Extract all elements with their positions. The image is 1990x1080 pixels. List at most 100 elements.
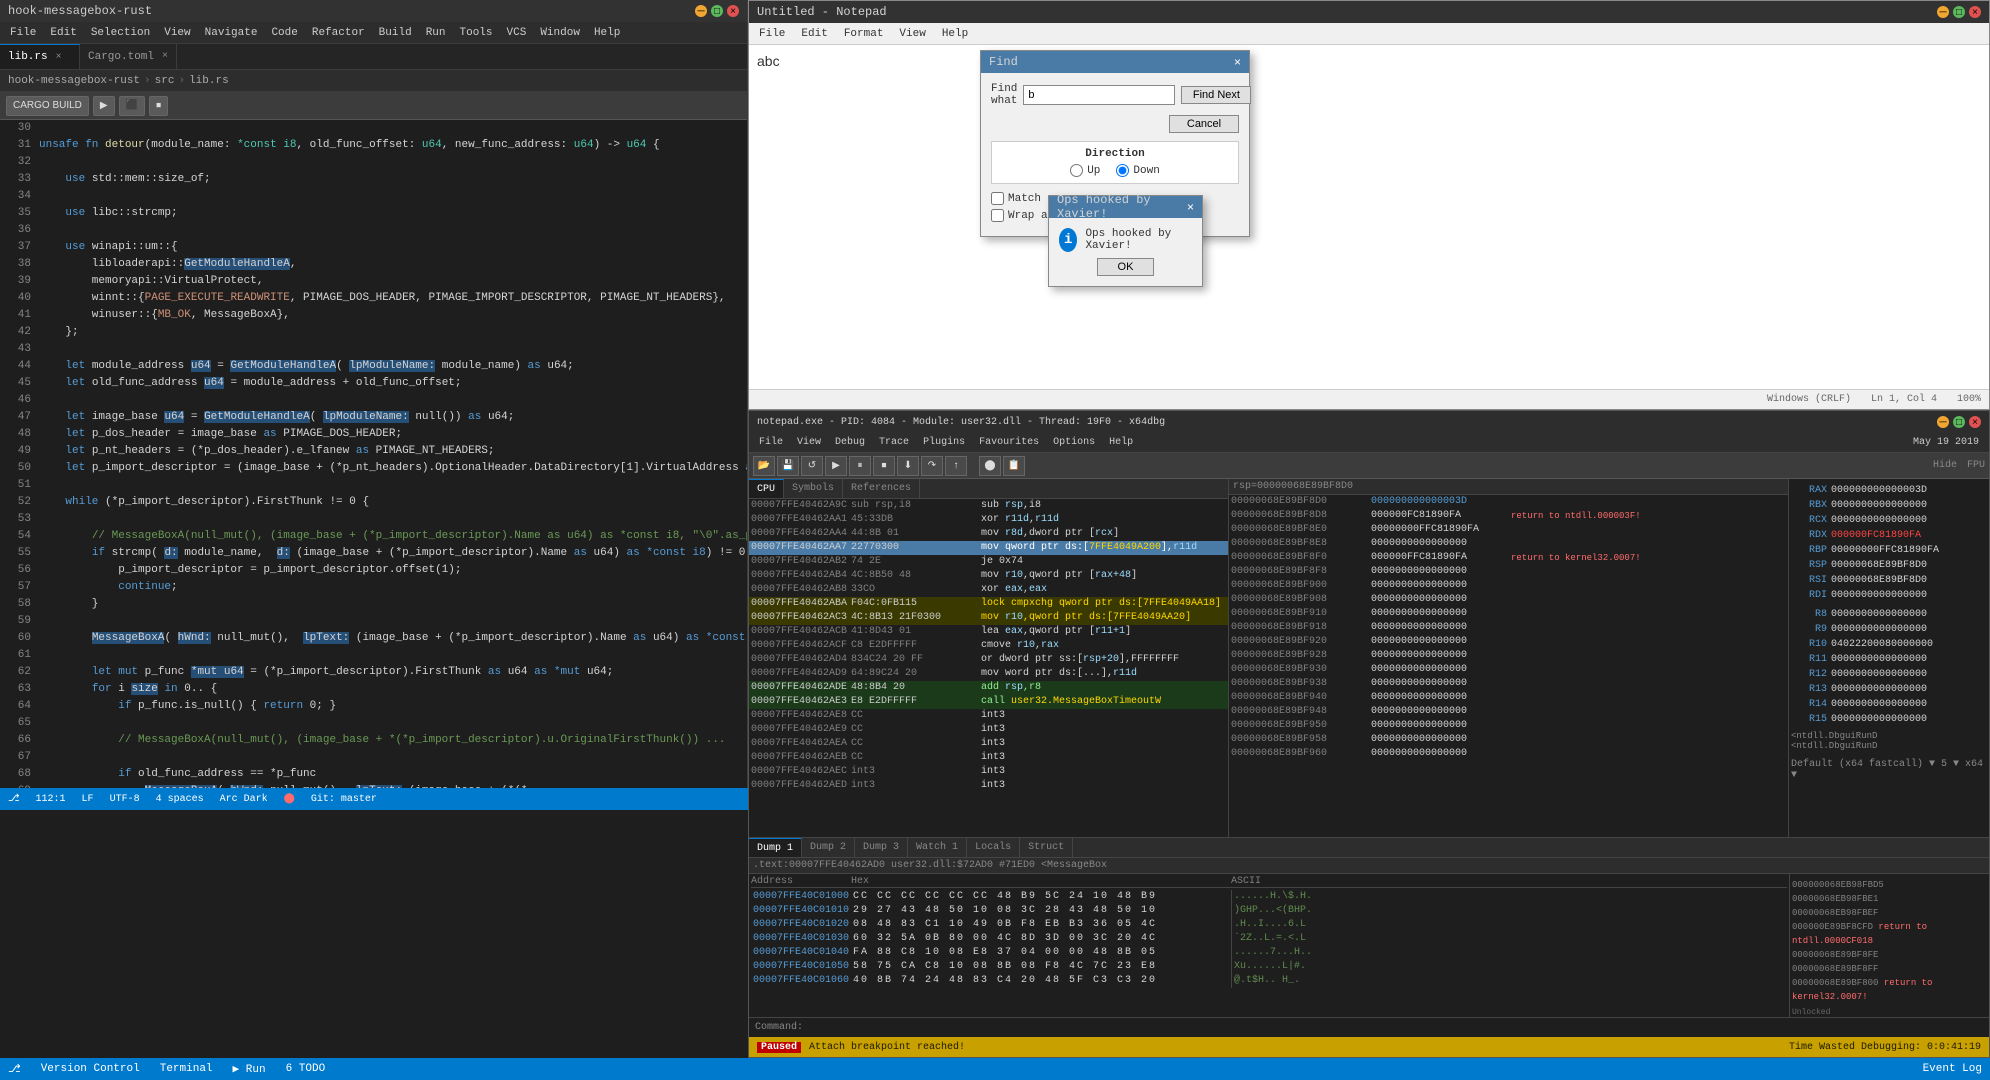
status-event-log-btn[interactable]: Event Log [1923, 1063, 1982, 1075]
find-next-btn[interactable]: Find Next [1181, 86, 1251, 104]
dbg-step-out-btn[interactable]: ↑ [945, 456, 967, 476]
disasm-row[interactable]: 00007FFE40462AA444:8B 01mov r8d,dword pt… [749, 527, 1228, 541]
wrap-around-checkbox[interactable] [991, 209, 1004, 222]
dbg-log-btn[interactable]: 📋 [1003, 456, 1025, 476]
disasm-row[interactable]: 00007FFE40462AB274 2Eje 0x74 [749, 555, 1228, 569]
ops-close-btn[interactable]: × [1187, 200, 1194, 214]
disasm-row[interactable]: 00007FFE40462AE9CCint3 [749, 723, 1228, 737]
notepad-close[interactable]: × [1969, 6, 1981, 18]
dbg-menu-help[interactable]: Help [1103, 435, 1139, 450]
stack-row[interactable]: 00000068E89BF8F80000000000000000 [1229, 565, 1788, 579]
dbg-step-into-btn[interactable]: ⬇ [897, 456, 919, 476]
hex-row[interactable]: 00007FFE40C01040FA 88 C8 10 08 E8 37 04 … [751, 946, 1787, 960]
menu-edit[interactable]: Edit [44, 25, 82, 41]
menu-view[interactable]: View [158, 25, 196, 41]
notepad-menu-file[interactable]: File [753, 26, 791, 42]
menu-navigate[interactable]: Navigate [199, 25, 264, 41]
down-radio-label[interactable]: Down [1116, 164, 1159, 177]
notepad-menu-edit[interactable]: Edit [795, 26, 833, 42]
status-terminal-btn[interactable]: Terminal [160, 1063, 213, 1075]
notepad-maximize[interactable]: □ [1953, 6, 1965, 18]
up-radio[interactable] [1070, 164, 1083, 177]
menu-selection[interactable]: Selection [85, 25, 156, 41]
disasm-row[interactable]: 00007FFE40462AD4834C24 20 FFor dword ptr… [749, 653, 1228, 667]
dump2-tab[interactable]: Dump 2 [802, 838, 855, 857]
find-close-btn[interactable]: × [1234, 55, 1241, 69]
stack-row[interactable]: 00000068E89BF8F0000000FFC81890FAreturn t… [1229, 551, 1788, 565]
match-case-checkbox[interactable] [991, 192, 1004, 205]
dbg-menu-file[interactable]: File [753, 435, 789, 450]
hex-row[interactable]: 00007FFE40C0103060 32 5A 0B 80 00 4C 8D … [751, 932, 1787, 946]
stack-row[interactable]: 00000068E89BF9380000000000000000 [1229, 677, 1788, 691]
disasm-row[interactable]: 00007FFE40462ABAF04C:0FB115lock cmpxchg … [749, 597, 1228, 611]
disasm-row[interactable]: 00007FFE40462A9Csub rsp,i8sub rsp,i8 [749, 499, 1228, 513]
disasm-row[interactable]: 00007FFE40462AB833COxor eax,eax [749, 583, 1228, 597]
hex-row[interactable]: 00007FFE40C01000CC CC CC CC CC CC 48 B9 … [751, 890, 1787, 904]
tab-lib-rs[interactable]: lib.rs × [0, 44, 80, 69]
notepad-menu-format[interactable]: Format [838, 26, 890, 42]
debugger-maximize[interactable]: □ [1953, 416, 1965, 428]
dump-tab[interactable]: Dump 1 [749, 838, 802, 857]
ops-ok-btn[interactable]: OK [1097, 258, 1155, 276]
stop-btn[interactable]: ⏹ [149, 96, 168, 116]
disasm-row[interactable]: 00007FFE40462ACB41:8D43 01lea eax,qword … [749, 625, 1228, 639]
run-btn[interactable]: ▶ [93, 96, 115, 116]
debugger-close[interactable]: × [1969, 416, 1981, 428]
stack-row[interactable]: 00000068E89BF9180000000000000000 [1229, 621, 1788, 635]
status-todo-badge[interactable]: 6 TODO [286, 1063, 326, 1075]
menu-run[interactable]: Run [420, 25, 452, 41]
tab-cargo-toml-close[interactable]: × [162, 51, 168, 62]
dbg-step-over-btn[interactable]: ↷ [921, 456, 943, 476]
dbg-bp-btn[interactable]: ⬤ [979, 456, 1001, 476]
hex-row[interactable]: 00007FFE40C0102008 48 83 C1 10 49 0B F8 … [751, 918, 1787, 932]
menu-window[interactable]: Window [534, 25, 586, 41]
watch-tab[interactable]: Watch 1 [908, 838, 967, 857]
stack-row[interactable]: 00000068E89BF9000000000000000000 [1229, 579, 1788, 593]
command-input[interactable] [809, 1019, 1989, 1037]
debug-btn[interactable]: ⬛ [119, 96, 145, 116]
dbg-save-btn[interactable]: 💾 [777, 456, 799, 476]
status-ln-col[interactable]: 112:1 [36, 794, 66, 805]
maximize-button[interactable]: □ [711, 5, 723, 17]
stack-row[interactable]: 00000068E89BF8E80000000000000000 [1229, 537, 1788, 551]
stack-row[interactable]: 00000068E89BF9200000000000000000 [1229, 635, 1788, 649]
status-run-btn[interactable]: ▶ Run [233, 1062, 266, 1076]
breadcrumb-src[interactable]: src [155, 75, 175, 87]
disasm-row[interactable]: 00007FFE40462AC34C:8B13 21F0300mov r10,q… [749, 611, 1228, 625]
up-radio-label[interactable]: Up [1070, 164, 1100, 177]
stack-row[interactable]: 00000068E89BF8D8000000FC81890FAreturn to… [1229, 509, 1788, 523]
stack-row[interactable]: 00000068E89BF9080000000000000000 [1229, 593, 1788, 607]
dbg-menu-favourites[interactable]: Favourites [973, 435, 1045, 450]
stack-row[interactable]: 00000068E89BF8E000000000FFC81890FA [1229, 523, 1788, 537]
hex-row[interactable]: 00007FFE40C0101029 27 43 48 50 10 08 3C … [751, 904, 1787, 918]
disasm-row[interactable]: 00007FFE40462AEACCint3 [749, 737, 1228, 751]
symbols-tab[interactable]: Symbols [784, 479, 843, 498]
dump3-tab[interactable]: Dump 3 [855, 838, 908, 857]
code-content[interactable]: unsafe fn detour(module_name: *const i8,… [35, 120, 747, 810]
menu-file[interactable]: File [4, 25, 42, 41]
status-spaces[interactable]: 4 spaces [156, 794, 204, 805]
dbg-menu-options[interactable]: Options [1047, 435, 1101, 450]
menu-refactor[interactable]: Refactor [306, 25, 371, 41]
disasm-row[interactable]: 00007FFE40462AE8CCint3 [749, 709, 1228, 723]
tab-cargo-toml[interactable]: Cargo.toml × [80, 44, 177, 69]
dbg-restart-btn[interactable]: ↺ [801, 456, 823, 476]
locals-tab[interactable]: Locals [967, 838, 1020, 857]
dbg-menu-trace[interactable]: Trace [873, 435, 915, 450]
hex-row[interactable]: 00007FFE40C0106040 8B 74 24 48 83 C4 20 … [751, 974, 1787, 988]
cancel-btn[interactable]: Cancel [1169, 115, 1239, 133]
disasm-row[interactable]: 00007FFE40462AEDint3int3 [749, 779, 1228, 793]
disasm-row[interactable]: 00007FFE40462AA145:33DBxor r11d,r11d [749, 513, 1228, 527]
menu-help[interactable]: Help [588, 25, 626, 41]
disasm-row[interactable]: 00007FFE40462ACFC8 E2DFFFFFcmove r10,rax [749, 639, 1228, 653]
stack-row[interactable]: 00000068E89BF9580000000000000000 [1229, 733, 1788, 747]
dbg-pause-btn[interactable]: ⏸ [849, 456, 871, 476]
disasm-row[interactable]: 00007FFE40462AB44C:8B50 48mov r10,qword … [749, 569, 1228, 583]
breadcrumb-project[interactable]: hook-messagebox-rust [8, 75, 140, 87]
disasm-row[interactable]: 00007FFE40462ADE48:8B4 20add rsp,r8 [749, 681, 1228, 695]
stack-row[interactable]: 00000068E89BF9300000000000000000 [1229, 663, 1788, 677]
stack-row[interactable]: 00000068E89BF9500000000000000000 [1229, 719, 1788, 733]
stack-row[interactable]: 00000068E89BF9280000000000000000 [1229, 649, 1788, 663]
disasm-row[interactable]: 00007FFE40462AE3E8 E2DFFFFFcall user32.M… [749, 695, 1228, 709]
breadcrumb-file[interactable]: lib.rs [189, 75, 229, 87]
